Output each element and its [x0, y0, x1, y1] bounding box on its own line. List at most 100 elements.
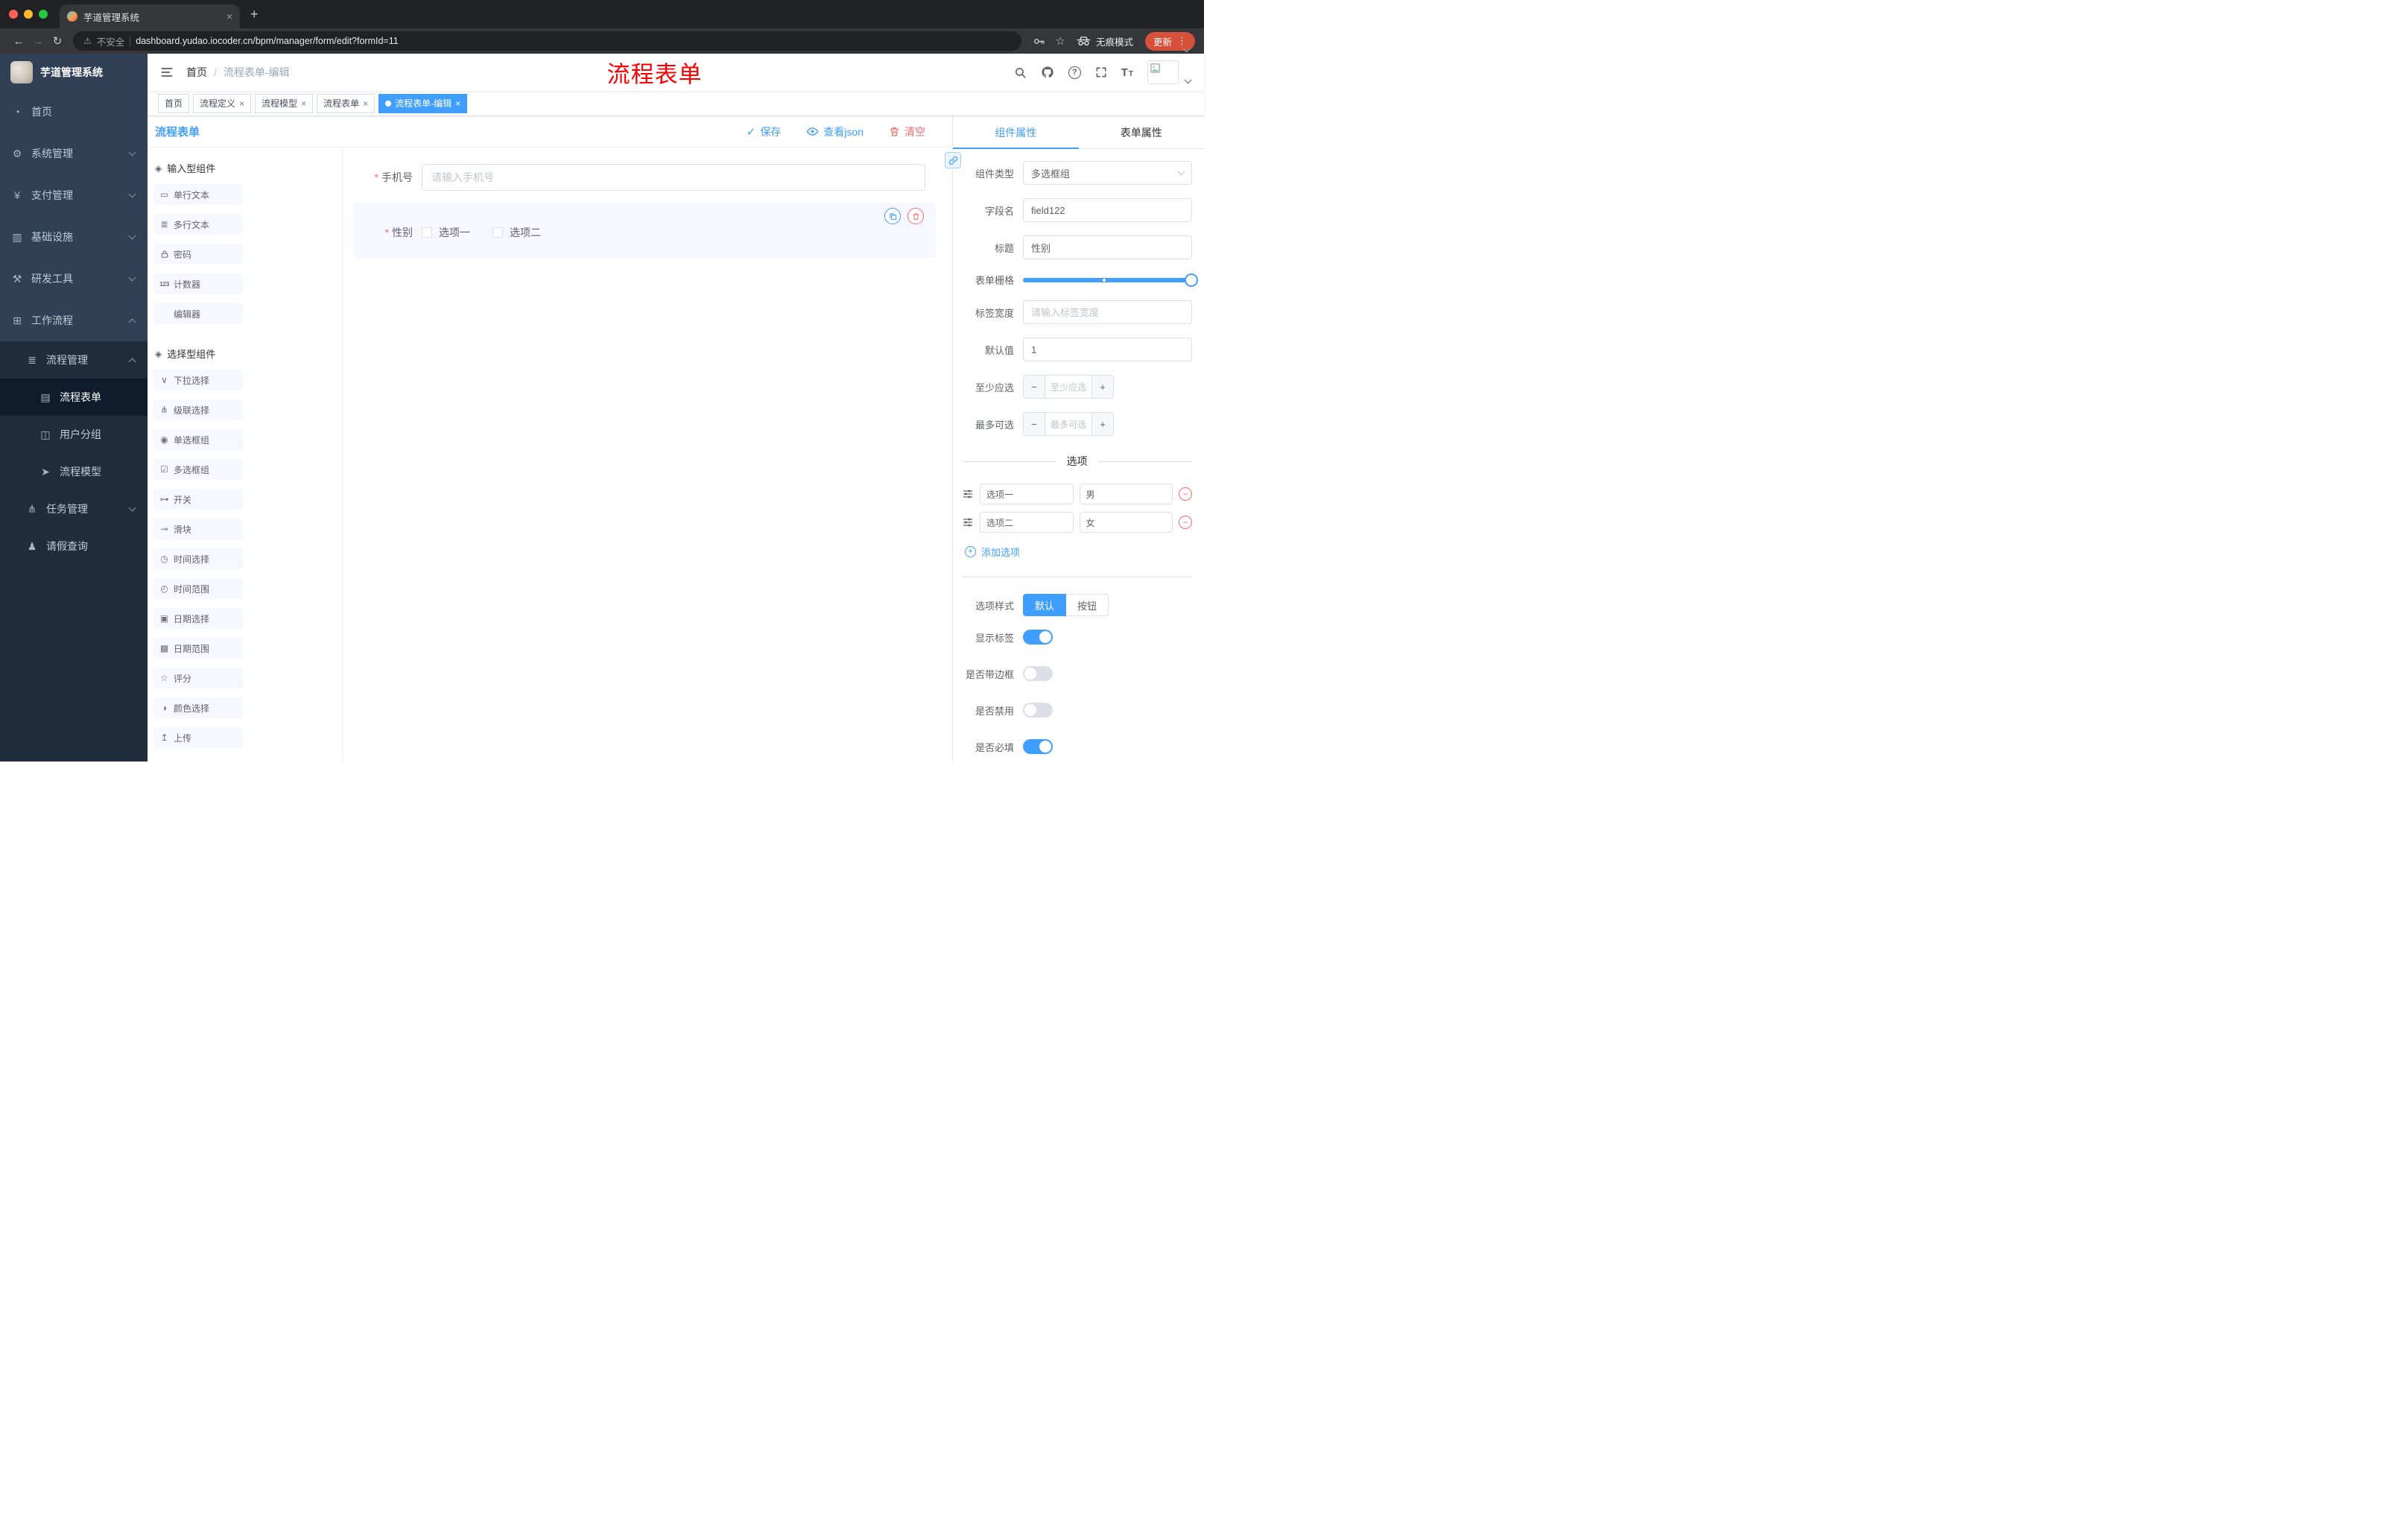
palette-item-time-picker[interactable]: ◷ 时间选择 — [153, 548, 243, 569]
tab-form-props[interactable]: 表单属性 — [1079, 116, 1205, 148]
tag-process-definition[interactable]: 流程定义 × — [193, 93, 252, 113]
max-select-placeholder[interactable]: 最多可选 — [1045, 413, 1091, 435]
sidebar-item-dev-tools[interactable]: ⚒ 研发工具 — [0, 258, 148, 300]
option-drag-handle[interactable] — [962, 488, 974, 500]
save-button[interactable]: ✓ 保存 — [747, 124, 782, 139]
palette-item-radio-group[interactable]: ◉ 单选框组 — [153, 429, 243, 450]
palette-item-color-picker[interactable]: ◑ 颜色选择 — [153, 697, 243, 718]
palette-item-cascader[interactable]: ⋔ 级联选择 — [153, 399, 243, 420]
slider-track[interactable] — [1023, 273, 1198, 287]
checkbox-option-1[interactable]: 选项一 — [422, 225, 470, 240]
delete-button[interactable] — [907, 208, 924, 224]
component-type-select[interactable]: 多选框组 — [1023, 161, 1192, 185]
palette-item-upload[interactable]: ↥ 上传 — [153, 727, 243, 748]
palette-item-select[interactable]: ∨ 下拉选择 — [153, 370, 243, 390]
close-icon[interactable]: × — [239, 99, 244, 108]
canvas-item-gender[interactable]: 性别 选项一 选项二 — [353, 203, 936, 258]
window-minimize-button[interactable] — [24, 10, 33, 19]
forward-button[interactable]: → — [28, 35, 48, 48]
breadcrumb-home[interactable]: 首页 — [186, 65, 207, 80]
slider-handle[interactable] — [1185, 273, 1198, 287]
option-drag-handle[interactable] — [962, 516, 974, 528]
palette-item-editor[interactable]: 编辑器 — [153, 303, 243, 324]
palette-item-slider[interactable]: ⊸ 滑块 — [153, 519, 243, 539]
new-tab-button[interactable]: + — [250, 7, 259, 22]
palette-item-date-range[interactable]: ▩ 日期范围 — [153, 638, 243, 659]
view-json-button[interactable]: 查看json — [806, 124, 864, 139]
checkbox-box[interactable] — [422, 227, 432, 238]
sidebar-item-process-form[interactable]: ▤ 流程表单 — [0, 379, 148, 416]
sidebar-item-task-management[interactable]: ⋔ 任务管理 — [0, 490, 148, 528]
disabled-switch[interactable] — [1023, 703, 1053, 718]
show-label-switch[interactable] — [1023, 630, 1053, 645]
app-logo[interactable]: 芋道管理系统 — [0, 54, 148, 91]
option-label-input[interactable] — [980, 484, 1074, 504]
option-label-input[interactable] — [980, 512, 1074, 533]
hamburger-icon[interactable] — [148, 54, 186, 91]
search-icon[interactable] — [1014, 66, 1027, 79]
reload-button[interactable]: ↻ — [48, 34, 67, 48]
increase-button[interactable]: + — [1091, 376, 1113, 398]
copy-button[interactable] — [884, 208, 901, 224]
window-zoom-button[interactable] — [39, 10, 48, 19]
close-icon[interactable]: × — [455, 99, 460, 108]
border-switch[interactable] — [1023, 666, 1053, 681]
palette-item-counter[interactable]: 123 计数器 — [153, 273, 243, 294]
sidebar-item-process-management[interactable]: ≣ 流程管理 — [0, 341, 148, 379]
field-name-input[interactable] — [1023, 198, 1192, 222]
avatar-caret-icon[interactable] — [1184, 76, 1192, 83]
browser-tab[interactable]: 芋道管理系统 × — [60, 4, 240, 28]
address-bar[interactable]: ⚠ 不安全 dashboard.yudao.iocoder.cn/bpm/man… — [73, 31, 1021, 51]
required-switch[interactable] — [1023, 739, 1053, 754]
tab-component-props[interactable]: 组件属性 — [953, 116, 1079, 149]
add-option-button[interactable]: + 添加选项 — [965, 545, 1192, 559]
checkbox-option-2[interactable]: 选项二 — [492, 225, 541, 240]
palette-item-rate[interactable]: ☆ 评分 — [153, 668, 243, 688]
sidebar-item-infrastructure[interactable]: ▥ 基础设施 — [0, 216, 148, 258]
sidebar-item-user-group[interactable]: ◫ 用户分组 — [0, 416, 148, 453]
tab-close-icon[interactable]: × — [226, 11, 232, 22]
increase-button[interactable]: + — [1091, 413, 1113, 435]
close-icon[interactable]: × — [301, 99, 306, 108]
password-key-icon[interactable] — [1033, 35, 1045, 48]
title-input[interactable] — [1023, 235, 1192, 259]
tag-process-form-edit[interactable]: 流程表单-编辑 × — [378, 93, 468, 113]
security-label[interactable]: 不安全 — [97, 34, 125, 48]
sidebar-item-system-management[interactable]: ⚙ 系统管理 — [0, 133, 148, 174]
close-icon[interactable]: × — [363, 99, 368, 108]
decrease-button[interactable]: − — [1024, 413, 1045, 435]
palette-item-password[interactable]: 密码 — [153, 244, 243, 265]
phone-input[interactable] — [422, 164, 925, 191]
clear-button[interactable]: 清空 — [889, 124, 925, 139]
tag-process-form[interactable]: 流程表单 × — [317, 93, 376, 113]
tag-home[interactable]: 首页 — [158, 93, 190, 113]
window-close-button[interactable] — [9, 10, 18, 19]
style-button-button[interactable]: 按钮 — [1066, 594, 1109, 616]
label-width-input[interactable] — [1023, 300, 1192, 324]
default-value-input[interactable] — [1023, 338, 1192, 361]
form-canvas[interactable]: 手机号 — [343, 148, 952, 762]
palette-item-date-picker[interactable]: ▣ 日期选择 — [153, 608, 243, 629]
style-default-button[interactable]: 默认 — [1023, 594, 1067, 616]
decrease-button[interactable]: − — [1024, 376, 1045, 398]
option-value-input[interactable] — [1079, 484, 1173, 504]
checkbox-box[interactable] — [492, 227, 503, 238]
back-button[interactable]: ← — [9, 35, 28, 48]
canvas-item-phone[interactable]: 手机号 — [353, 164, 925, 191]
bookmark-star-icon[interactable]: ☆ — [1056, 34, 1065, 48]
fullscreen-icon[interactable] — [1095, 66, 1107, 78]
palette-item-switch[interactable]: ⊶ 开关 — [153, 489, 243, 510]
palette-item-single-line-text[interactable]: ▭ 单行文本 — [153, 184, 243, 205]
remove-option-button[interactable]: − — [1179, 487, 1192, 501]
sidebar-item-workflow[interactable]: ⊞ 工作流程 — [0, 300, 148, 341]
sidebar-item-payment-management[interactable]: ¥ 支付管理 — [0, 174, 148, 216]
font-size-icon[interactable]: T T — [1121, 67, 1133, 78]
sidebar-item-home[interactable]: ◔ 首页 — [0, 91, 148, 133]
sidebar-item-leave-query[interactable]: ♟ 请假查询 — [0, 528, 148, 565]
tag-process-model[interactable]: 流程模型 × — [255, 93, 314, 113]
min-select-placeholder[interactable]: 至少应选 — [1045, 376, 1091, 398]
affix-link-button[interactable] — [945, 152, 961, 168]
help-icon[interactable]: ? — [1068, 66, 1081, 79]
sidebar-item-process-model[interactable]: ➤ 流程模型 — [0, 453, 148, 490]
option-value-input[interactable] — [1079, 512, 1173, 533]
